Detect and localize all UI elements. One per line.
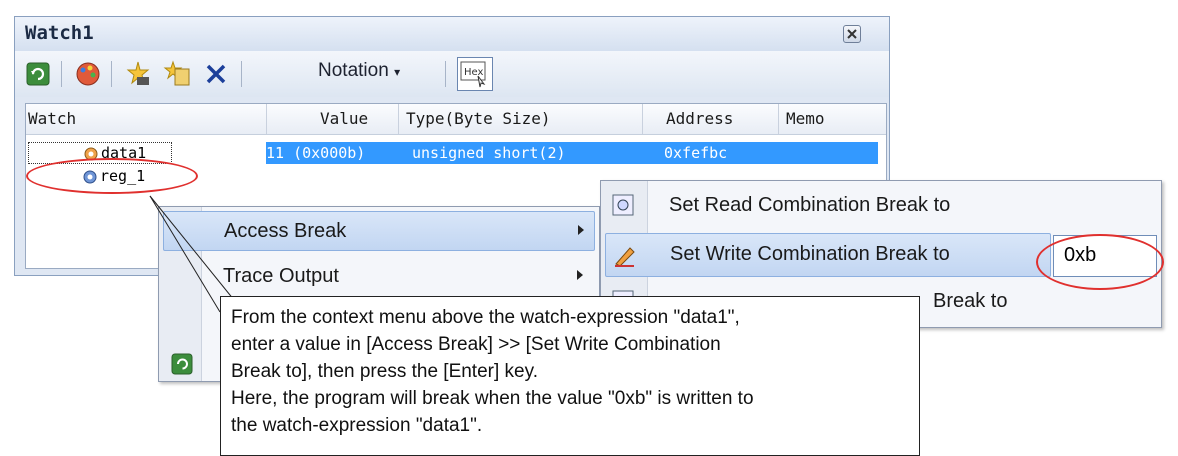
callout-text: Here, the program will break when the va… (231, 388, 754, 409)
callout-text: enter a value in [Access Break] >> [Set … (231, 334, 721, 355)
callout-text: Break to], then press the [Enter] key. (231, 361, 538, 382)
callout-text: the watch-expression "data1". (231, 415, 483, 436)
callout-text: From the context menu above the watch-ex… (231, 307, 740, 328)
instruction-callout: From the context menu above the watch-ex… (220, 296, 920, 456)
